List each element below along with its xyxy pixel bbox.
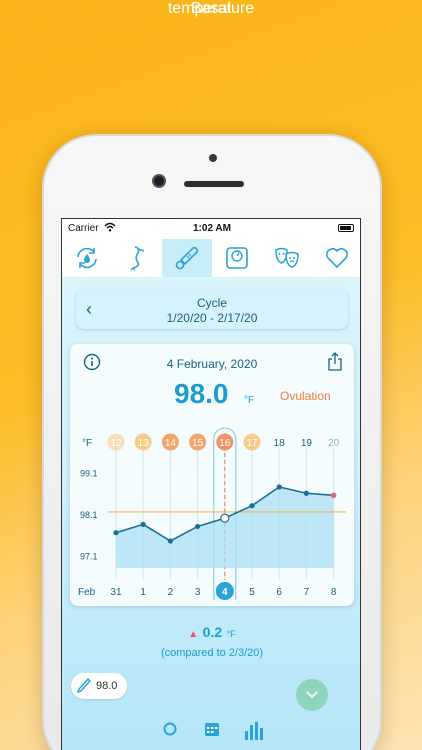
date-tick-label: 7	[304, 587, 310, 598]
status-bar: Carrier 1:02 AM	[62, 219, 360, 239]
cycle-day-label: 12	[110, 438, 122, 449]
chevron-left-icon[interactable]: ‹	[86, 299, 92, 320]
data-point	[220, 513, 230, 523]
bottom-tab-bar	[62, 719, 360, 750]
cycle-phase-label: Ovulation	[280, 389, 331, 403]
top-tab-bar	[62, 239, 360, 277]
y-tick-label: 98.1	[80, 510, 98, 520]
mood-masks-icon	[275, 247, 299, 268]
banner-title-line2: temperature	[167, 0, 255, 17]
date-tick-label: 8	[331, 587, 337, 598]
date-tick-label: 5	[249, 587, 255, 598]
cycle-day-label: 17	[246, 438, 258, 449]
heart-icon	[326, 248, 348, 269]
clock: 1:02 AM	[193, 223, 231, 234]
triangle-up-icon: ▲	[188, 629, 199, 640]
app-screen: Carrier 1:02 AM ‹ Cycle 1/20/20 - 2/17/2…	[61, 218, 361, 750]
battery-icon	[338, 224, 354, 232]
thermometer-icon	[175, 246, 199, 270]
scale-icon	[226, 247, 248, 269]
date-tick-label: 3	[195, 587, 201, 598]
expand-button[interactable]	[296, 679, 328, 711]
unit-axis-label: °F	[82, 438, 92, 449]
month-label: Feb	[78, 587, 96, 598]
front-camera	[152, 174, 166, 188]
date-tick-label: 1	[140, 587, 146, 598]
cycle-title: Cycle	[196, 296, 227, 310]
pencil-icon	[76, 677, 92, 698]
data-point	[303, 490, 309, 496]
tab-weight[interactable]	[212, 239, 262, 277]
temperature-entry[interactable]: 98.0	[71, 673, 127, 699]
cycle-drop-icon	[77, 247, 97, 269]
data-point	[113, 530, 119, 536]
cycle-day-label: 20	[328, 438, 340, 449]
data-point	[330, 492, 337, 499]
share-icon[interactable]	[327, 352, 343, 377]
temperature-chart[interactable]: °F99.198.197.112 13 14 15 16 17 18 19 20Feb 31 1 2 3…	[70, 420, 354, 600]
cycle-day-label: 15	[192, 438, 204, 449]
data-point	[167, 538, 173, 544]
delta-comparison: (compared to 2/3/20)	[160, 647, 264, 659]
temperature-unit: °F	[244, 395, 255, 406]
cycle-day-label: 13	[138, 438, 150, 449]
phone-speaker	[184, 181, 244, 187]
cycle-day-label: 18	[274, 438, 286, 449]
temperature-card: 4 February, 2020 98.0 °F Ovulation °F 99.…	[70, 344, 354, 606]
tab-love[interactable]	[312, 239, 360, 277]
date-tick-label: 6	[276, 587, 282, 598]
data-point	[195, 523, 201, 530]
stork-icon	[130, 246, 145, 271]
tab-temperature[interactable]	[162, 239, 212, 277]
ring-icon[interactable]	[162, 721, 178, 742]
bar-chart-icon[interactable]	[244, 721, 266, 746]
tab-mood[interactable]	[262, 239, 312, 277]
delta-unit: °F	[226, 629, 236, 639]
date-tick-label: 4	[222, 587, 228, 598]
tab-cycle[interactable]	[62, 239, 112, 277]
cycle-day-label: 19	[301, 438, 313, 449]
calendar-icon[interactable]	[204, 721, 220, 742]
date-tick-label: 2	[168, 587, 174, 598]
data-point	[276, 484, 282, 490]
tab-pregnancy[interactable]	[112, 239, 162, 277]
delta-value: 0.2	[202, 624, 223, 640]
temperature-value: 98.0	[174, 378, 229, 409]
cycle-day-label: 16	[219, 438, 231, 449]
cycle-day-label: 14	[165, 438, 177, 449]
data-point	[249, 503, 255, 509]
phone-sensor	[209, 154, 217, 162]
y-tick-label: 99.1	[80, 468, 98, 478]
date-tick-label: 31	[110, 587, 122, 598]
entry-value: 98.0	[96, 680, 118, 692]
cycle-selector[interactable]: ‹ Cycle 1/20/20 - 2/17/20	[76, 289, 348, 329]
cycle-range: 1/20/20 - 2/17/20	[166, 311, 258, 325]
y-tick-label: 97.1	[80, 552, 98, 562]
chevron-down-icon	[306, 691, 318, 699]
selected-date: 4 February, 2020	[166, 357, 258, 371]
data-point	[140, 521, 146, 527]
temperature-delta: ▲ 0.2 °F	[62, 624, 360, 642]
